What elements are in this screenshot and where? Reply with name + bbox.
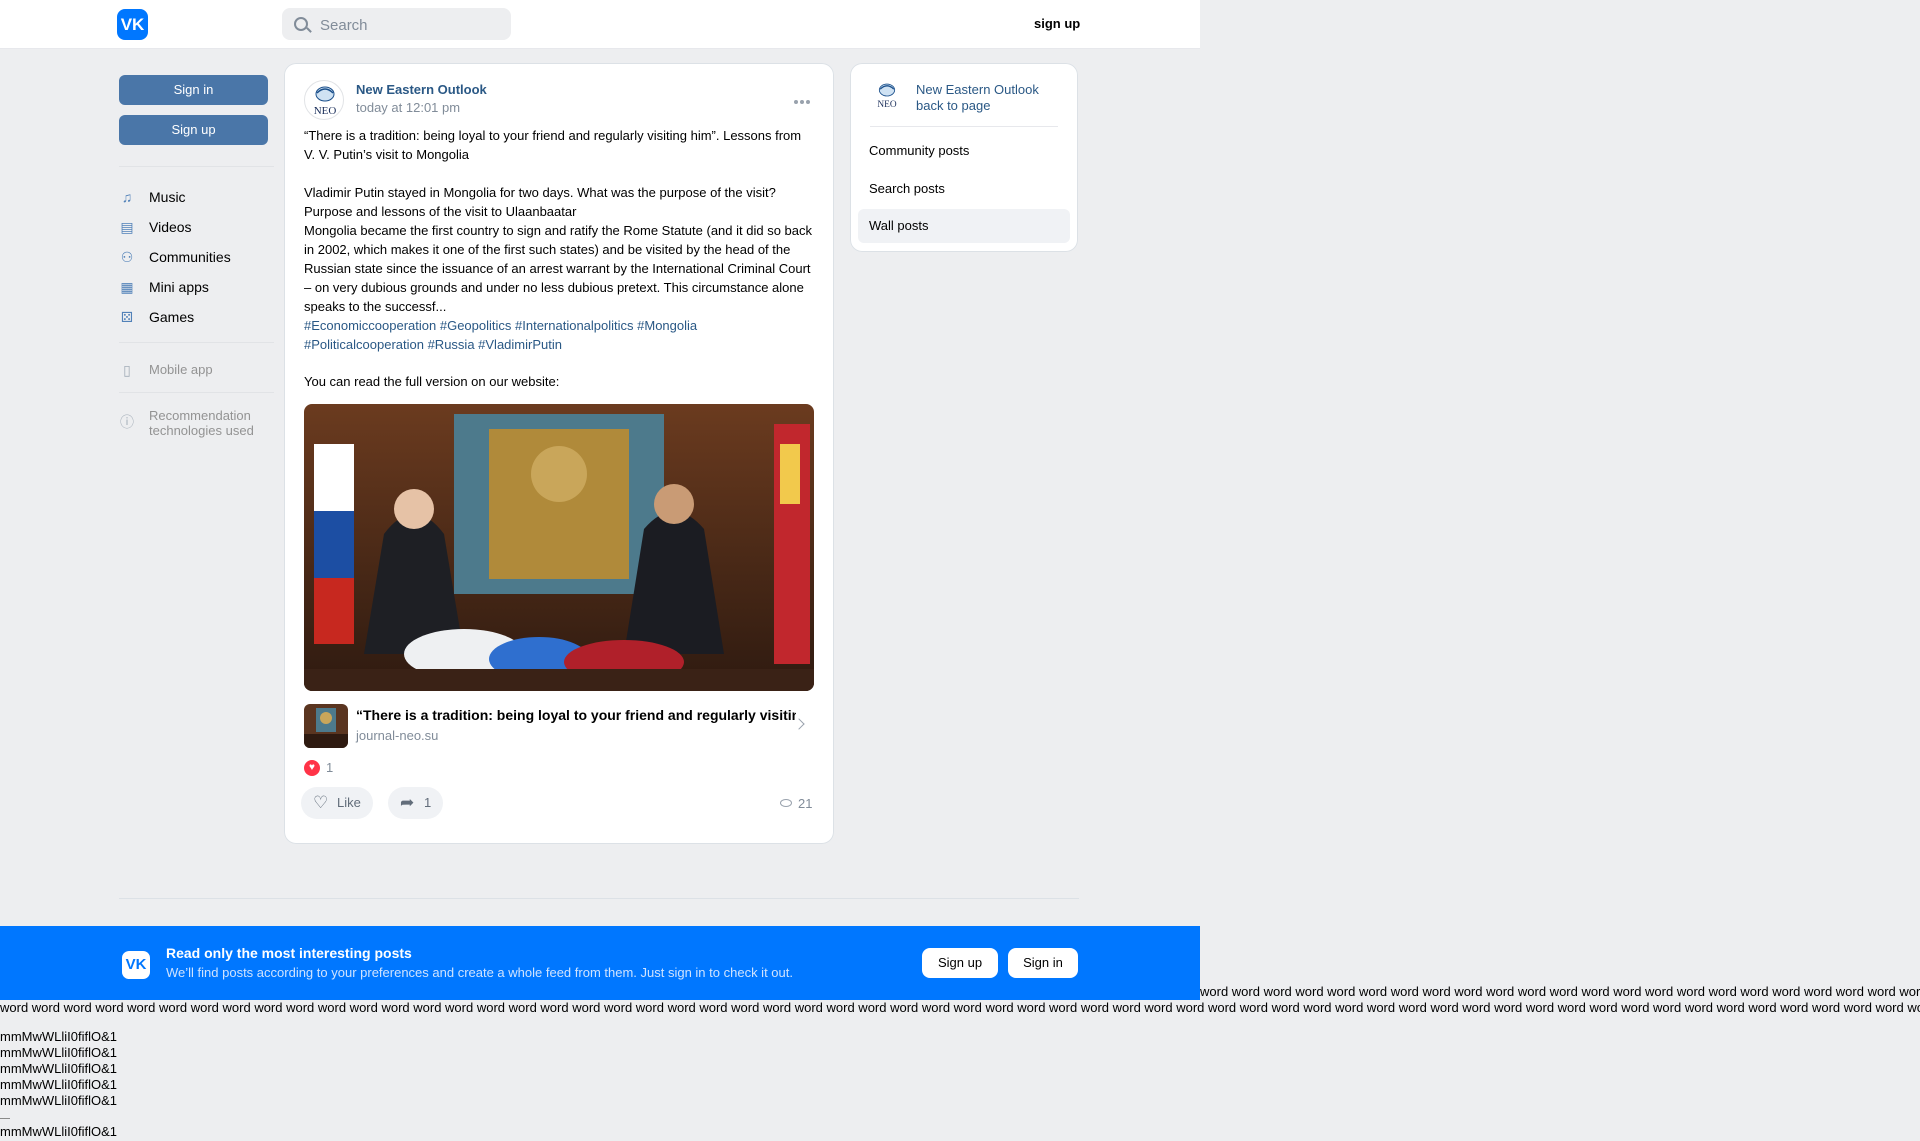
search-input[interactable] xyxy=(318,8,507,42)
sidebar-item-communities[interactable]: ⚇ Communities xyxy=(119,245,279,269)
header-signup-link[interactable]: sign up xyxy=(1034,16,1080,31)
sidebar-item-label: Mini apps xyxy=(149,279,209,295)
sidebar-item-label: Games xyxy=(149,309,195,325)
like-label: Like xyxy=(337,795,361,810)
sidebar-item-mini-apps[interactable]: ▦ Mini apps xyxy=(119,275,279,299)
sidebar-item-music[interactable]: ♫ Music xyxy=(119,185,279,209)
read-full-text: You can read the full version on our web… xyxy=(304,374,560,389)
filler-text-line: word word word word word word word word … xyxy=(1200,984,1920,999)
wall-navigation-panel: NEO New Eastern Outlook back to page Com… xyxy=(850,63,1078,252)
video-icon: ▤ xyxy=(120,219,134,235)
banner-title: Read only the most interesting posts xyxy=(166,945,412,961)
community-avatar[interactable]: NEO xyxy=(870,79,904,113)
music-icon: ♫ xyxy=(121,189,133,205)
like-button[interactable]: ♡ Like xyxy=(301,787,373,819)
meeting-photo xyxy=(304,404,814,691)
sidebar-item-label: Music xyxy=(149,189,186,205)
phone-icon: ▯ xyxy=(123,362,131,378)
sidebar-signup-button[interactable]: Sign up xyxy=(119,115,268,145)
eye-icon xyxy=(780,799,792,807)
thumbnail-image xyxy=(304,704,348,748)
vk-logo[interactable]: VK xyxy=(117,9,148,40)
sidebar-signin-button[interactable]: Sign in xyxy=(119,75,268,105)
sidebar-item-games[interactable]: ⚄ Games xyxy=(119,305,279,329)
sidebar-item-recommendation[interactable]: ⓘ Recommendation technologies used xyxy=(119,408,279,442)
sidebar-divider xyxy=(119,166,274,167)
heart-outline-icon: ♡ xyxy=(313,793,329,812)
communities-icon: ⚇ xyxy=(120,249,134,265)
post-author-avatar[interactable]: NEO xyxy=(304,80,344,120)
share-icon: ➦ xyxy=(400,793,415,812)
gamepad-icon: ⚄ xyxy=(120,309,134,325)
sidebar-item-mobile-app[interactable]: ▯ Mobile app xyxy=(119,358,279,382)
glyph-line: mmMwWLliI0fiflO&1 xyxy=(0,1029,118,1044)
avatar-label: NEO xyxy=(877,100,896,110)
search-box[interactable] xyxy=(282,8,511,42)
share-count: 1 xyxy=(424,795,432,810)
glyph-line: mmMwWLliI0fiflO&1 xyxy=(0,1045,118,1060)
menu-wall-posts[interactable]: Wall posts xyxy=(858,209,1070,243)
post-timestamp[interactable]: today at 12:01 pm xyxy=(356,100,460,115)
neo-logo-icon: NEO xyxy=(877,83,897,110)
search-icon xyxy=(294,17,308,31)
sidebar-divider xyxy=(119,342,274,343)
menu-search-posts[interactable]: Search posts xyxy=(858,172,1070,206)
post-photo[interactable] xyxy=(304,404,814,691)
sidebar-divider xyxy=(119,392,274,393)
link-thumbnail xyxy=(304,704,348,748)
info-icon: ⓘ xyxy=(120,414,134,430)
banner-signup-button[interactable]: Sign up xyxy=(922,948,998,978)
sidebar-item-label: Communities xyxy=(149,249,231,265)
views-count: 21 xyxy=(798,796,813,811)
content-divider xyxy=(119,898,1079,899)
sidebar-item-label: Videos xyxy=(149,219,192,235)
mini-apps-icon: ▦ xyxy=(120,279,134,295)
link-domain: journal-neo.su xyxy=(356,728,439,743)
link-preview[interactable]: “There is a tradition: being loyal to yo… xyxy=(304,704,814,748)
post-author-name[interactable]: New Eastern Outlook xyxy=(356,82,487,97)
menu-community-posts[interactable]: Community posts xyxy=(858,134,1070,168)
glyph-line: mmMwWLliI0fiflO&1 xyxy=(0,1061,118,1076)
community-name-link[interactable]: New Eastern Outlook xyxy=(916,82,1039,97)
sidebar-item-label: Recommendation technologies used xyxy=(149,408,254,438)
filler-text-line: word word word word word word word word … xyxy=(0,1000,1920,1015)
glyph-line: mmMwWLliI0fiflO&1 xyxy=(0,1093,118,1108)
link-title[interactable]: “There is a tradition: being loyal to yo… xyxy=(356,707,796,723)
share-button[interactable]: ➦ 1 xyxy=(388,787,444,819)
neo-logo-icon: NEO xyxy=(314,86,337,117)
wall-post: NEO New Eastern Outlook today at 12:01 p… xyxy=(284,63,834,844)
heart-reaction-icon: ♥ xyxy=(304,760,320,776)
post-hashtags[interactable]: #Economiccooperation #Geopolitics #Inter… xyxy=(304,316,814,354)
avatar-label: NEO xyxy=(314,105,337,117)
back-to-page-link[interactable]: back to page xyxy=(916,98,990,113)
sidebar-item-label: Mobile app xyxy=(149,362,213,377)
small-rule xyxy=(0,1118,10,1119)
panel-divider xyxy=(870,126,1058,127)
sidebar-item-videos[interactable]: ▤ Videos xyxy=(119,215,279,239)
glyph-line: mmMwWLliI0fiflO&1 xyxy=(0,1077,118,1092)
more-options-icon[interactable] xyxy=(794,91,814,104)
views-counter: 21 xyxy=(780,796,812,811)
banner-signin-button[interactable]: Sign in xyxy=(1008,948,1078,978)
post-text: “There is a tradition: being loyal to yo… xyxy=(304,128,812,314)
vk-logo: VK xyxy=(122,951,150,979)
reaction-count: 1 xyxy=(326,760,334,775)
top-header: VK sign up xyxy=(0,0,1200,49)
glyph-line: mmMwWLliI0fiflO&1 xyxy=(0,1124,118,1139)
banner-subtitle: We’ll find posts according to your prefe… xyxy=(166,965,793,980)
signin-banner: VK Read only the most interesting posts … xyxy=(0,926,1200,1000)
